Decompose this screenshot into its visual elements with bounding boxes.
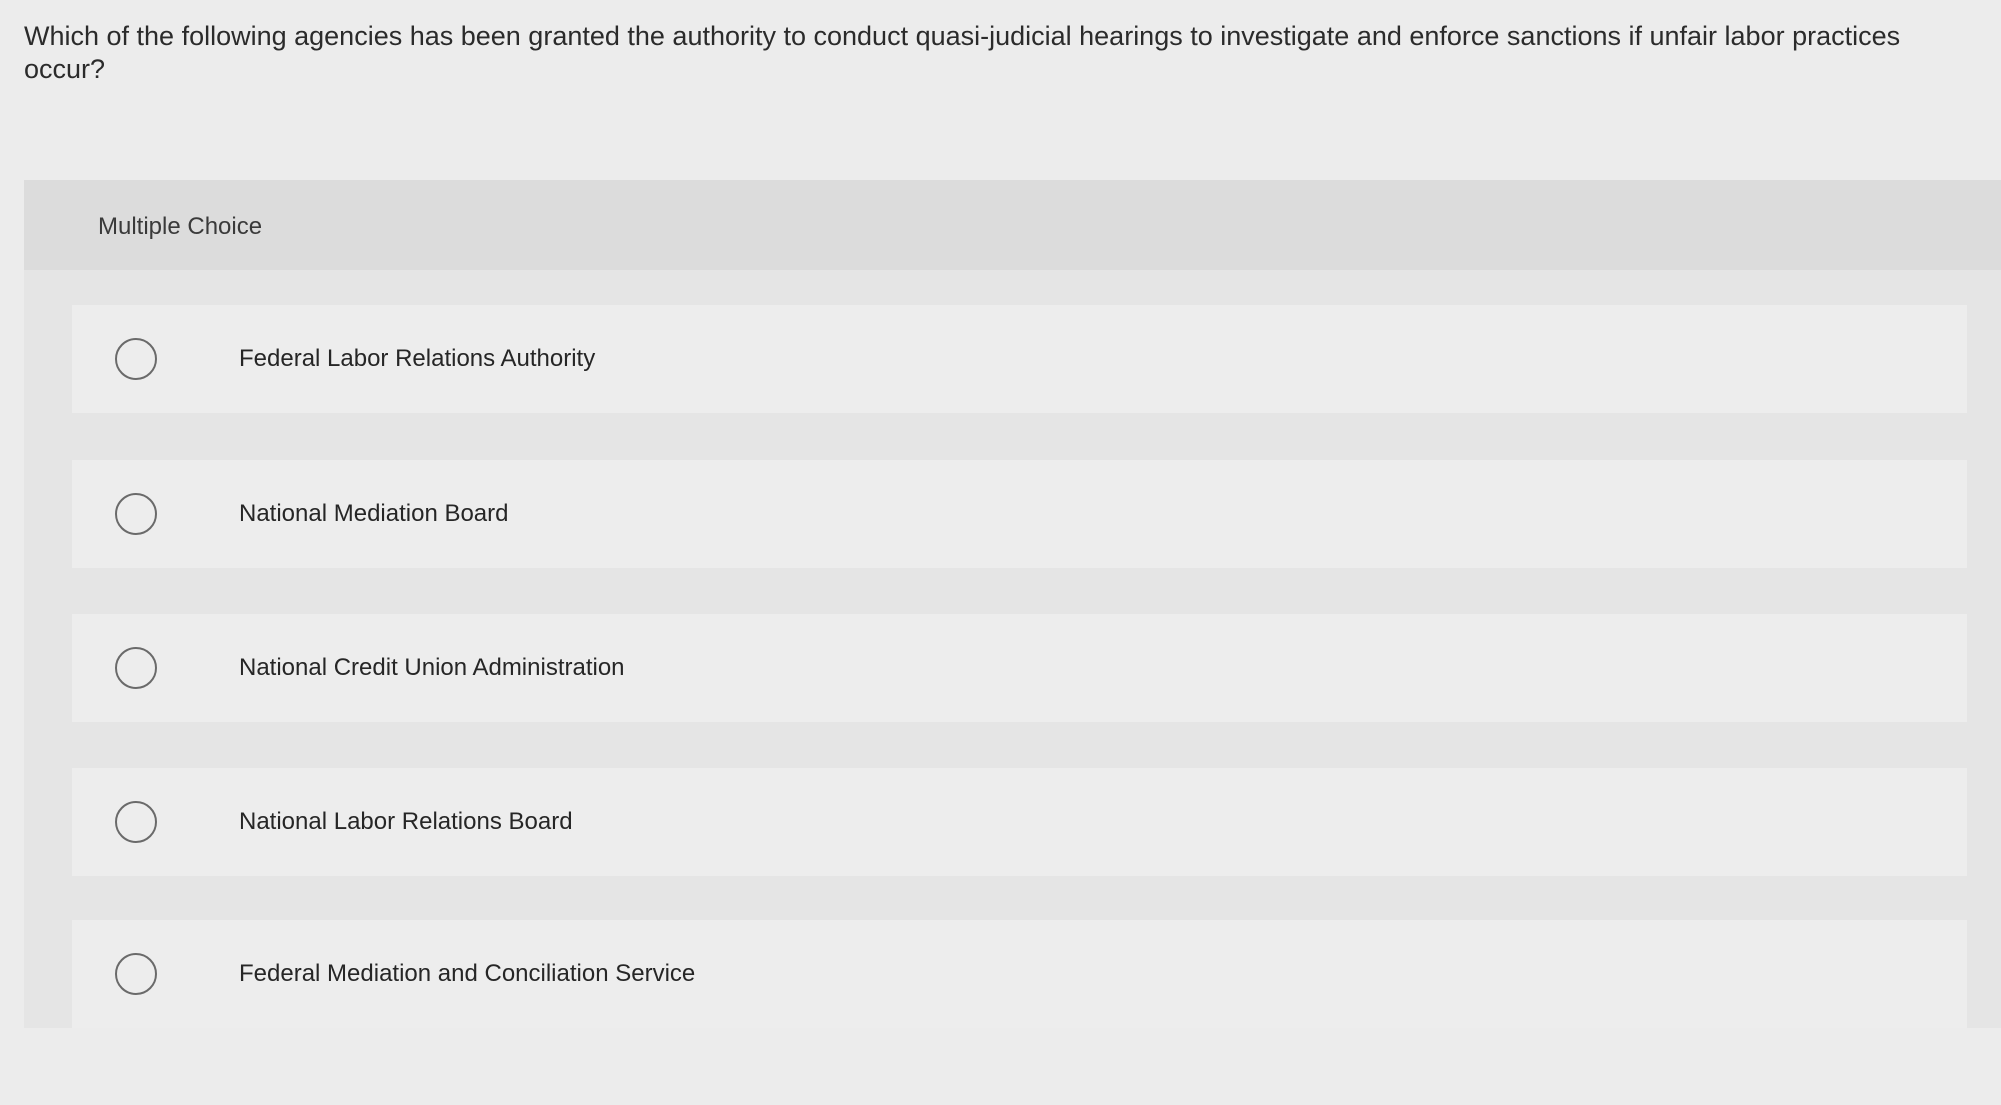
answer-option-label: National Labor Relations Board [239, 808, 573, 835]
answer-option[interactable]: National Credit Union Administration [72, 614, 1967, 722]
multiple-choice-header: Multiple Choice [24, 180, 2001, 270]
radio-button-icon[interactable] [115, 801, 157, 843]
answer-option-label: National Mediation Board [239, 500, 509, 527]
radio-button-icon[interactable] [115, 953, 157, 995]
answer-option-label: Federal Labor Relations Authority [239, 345, 596, 372]
answer-option[interactable]: National Labor Relations Board [72, 768, 1967, 876]
answer-option[interactable]: Federal Labor Relations Authority [72, 305, 1967, 413]
radio-button-icon[interactable] [115, 493, 157, 535]
answer-option-label: Federal Mediation and Conciliation Servi… [239, 960, 696, 987]
answer-option[interactable]: National Mediation Board [72, 460, 1967, 568]
question-text: Which of the following agencies has been… [24, 21, 1901, 84]
answer-option-label: National Credit Union Administration [239, 654, 625, 681]
multiple-choice-panel: Multiple Choice Federal Labor Relations … [24, 180, 2001, 1028]
radio-button-icon[interactable] [115, 647, 157, 689]
multiple-choice-label: Multiple Choice [98, 213, 263, 240]
answer-option[interactable]: Federal Mediation and Conciliation Servi… [72, 920, 1967, 1028]
radio-button-icon[interactable] [115, 338, 157, 380]
